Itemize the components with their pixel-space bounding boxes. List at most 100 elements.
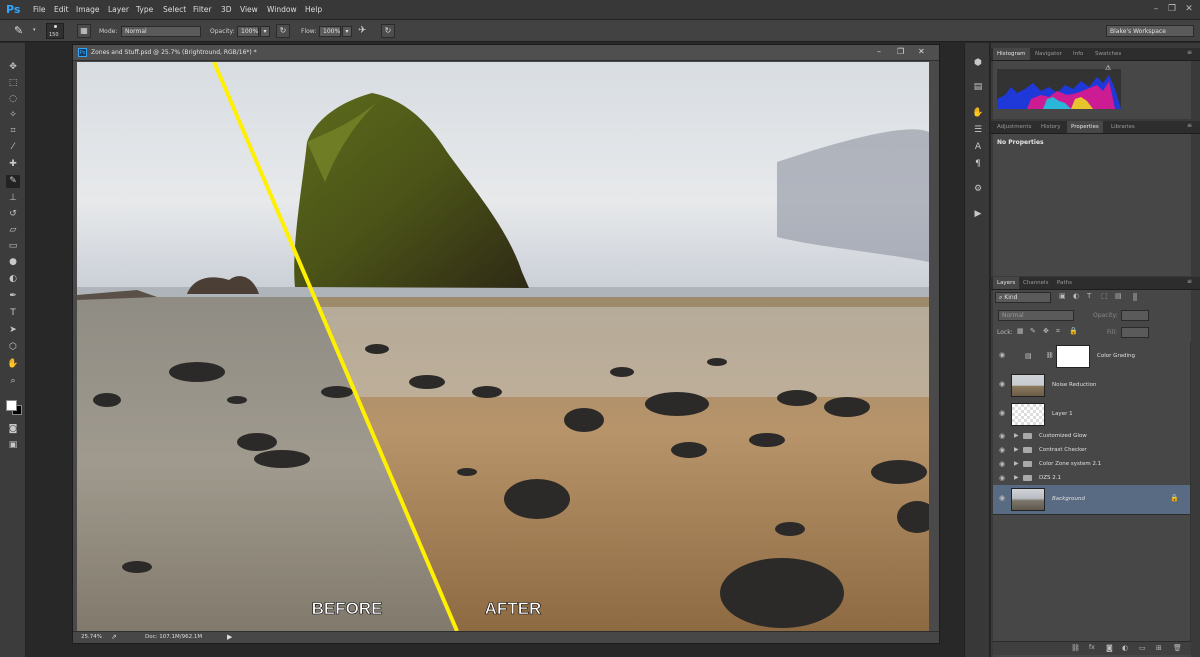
- lock-position-icon[interactable]: ✥: [1043, 327, 1049, 335]
- menu-type[interactable]: Type: [136, 5, 153, 14]
- layer-row[interactable]: ◉ ▶ Customized Glow: [993, 429, 1190, 444]
- trash-icon[interactable]: 🗑: [1173, 644, 1182, 652]
- layer-thumbnail[interactable]: [1011, 403, 1045, 426]
- layer-opacity-field[interactable]: [1121, 310, 1149, 321]
- layer-row[interactable]: ◉ Layer 1: [993, 400, 1190, 430]
- lock-image-icon[interactable]: ✎: [1030, 327, 1036, 335]
- pressure-size-icon[interactable]: ↻: [381, 24, 395, 38]
- tab-histogram[interactable]: Histogram: [993, 48, 1030, 60]
- eye-icon[interactable]: ◉: [999, 433, 1007, 440]
- adjustments-icon[interactable]: ☰: [971, 124, 985, 137]
- tab-swatches[interactable]: Swatches: [1091, 48, 1125, 60]
- character-icon[interactable]: A: [971, 141, 985, 154]
- tab-adjustments[interactable]: Adjustments: [993, 121, 1035, 133]
- lock-all-icon[interactable]: 🔒: [1069, 327, 1078, 335]
- pressure-opacity-icon[interactable]: ↻: [276, 24, 290, 38]
- panel-menu-icon[interactable]: ≡: [1187, 49, 1192, 56]
- crop-icon[interactable]: ⌗: [6, 125, 20, 138]
- layer-fill-field[interactable]: [1121, 327, 1149, 338]
- history-icon[interactable]: ▤: [971, 81, 985, 94]
- filter-adjustment-icon[interactable]: ◐: [1073, 292, 1079, 300]
- eye-icon[interactable]: ◉: [999, 495, 1007, 502]
- path-select-icon[interactable]: ➤: [6, 324, 20, 337]
- tab-navigator[interactable]: Navigator: [1031, 48, 1066, 60]
- doc-minimize-icon[interactable]: –: [877, 47, 881, 56]
- tab-paths[interactable]: Paths: [1053, 277, 1076, 289]
- timeline-icon[interactable]: ⚙: [971, 183, 985, 196]
- menu-view[interactable]: View: [240, 5, 258, 14]
- quick-select-icon[interactable]: ✧: [6, 109, 20, 122]
- canvas-photo[interactable]: BEFORE AFTER: [77, 62, 929, 631]
- warning-icon[interactable]: ⚠: [1105, 64, 1111, 72]
- eye-icon[interactable]: ◉: [999, 475, 1007, 482]
- pen-icon[interactable]: ✒: [6, 290, 20, 303]
- link-layers-icon[interactable]: ⛓: [1071, 644, 1080, 652]
- expand-arrow-icon[interactable]: ▶: [1014, 474, 1019, 481]
- layer-row[interactable]: ◉ Background 🔒: [993, 485, 1190, 515]
- add-mask-icon[interactable]: ◙: [1106, 644, 1113, 652]
- gradient-icon[interactable]: ▭: [6, 240, 20, 253]
- lasso-icon[interactable]: ◌: [6, 93, 20, 106]
- move-icon[interactable]: ✥: [6, 61, 20, 74]
- doc-close-icon[interactable]: ✕: [918, 47, 925, 56]
- menu-edit[interactable]: Edit: [54, 5, 69, 14]
- layer-row[interactable]: ◉ ▶ DZS 2.1: [993, 471, 1190, 486]
- history-brush-icon[interactable]: ↺: [6, 208, 20, 221]
- eraser-icon[interactable]: ▱: [6, 224, 20, 237]
- mode-select[interactable]: Normal: [121, 26, 201, 37]
- layer-row[interactable]: ◉ ▶ Contrast Checker: [993, 443, 1190, 458]
- lock-artboard-icon[interactable]: ⌗: [1056, 327, 1060, 336]
- doc-restore-icon[interactable]: ❐: [897, 47, 904, 56]
- type-icon[interactable]: T: [6, 307, 20, 320]
- lock-icon[interactable]: 🔒: [1170, 494, 1179, 502]
- menu-layer[interactable]: Layer: [108, 5, 129, 14]
- play-icon[interactable]: ▶: [971, 208, 985, 221]
- layer-filter-select[interactable]: ⌕ Kind: [995, 292, 1051, 303]
- eye-icon[interactable]: ◉: [999, 410, 1007, 417]
- brush-panel-icon[interactable]: ▦: [77, 24, 91, 38]
- filter-shape-icon[interactable]: ⬚: [1101, 292, 1108, 300]
- 3d-icon[interactable]: ⬢: [971, 57, 985, 70]
- menu-window[interactable]: Window: [267, 5, 297, 14]
- document-tab[interactable]: Ps Zones and Stuff.psd @ 25.7% (Brightro…: [73, 45, 939, 61]
- new-layer-icon[interactable]: ⊞: [1156, 644, 1162, 652]
- filter-toggle[interactable]: [1133, 293, 1137, 301]
- hand-icon[interactable]: ✋: [6, 358, 20, 371]
- workspace-select[interactable]: Blake's Workspace: [1106, 25, 1194, 37]
- filter-type-icon[interactable]: T: [1087, 292, 1091, 300]
- eye-icon[interactable]: ◉: [999, 352, 1007, 359]
- menu-file[interactable]: File: [33, 5, 46, 14]
- quick-mask-icon[interactable]: ◙: [6, 423, 20, 436]
- tab-history[interactable]: History: [1037, 121, 1065, 133]
- menu-3d[interactable]: 3D: [221, 5, 232, 14]
- screen-mode-icon[interactable]: ▣: [6, 439, 20, 452]
- menu-select[interactable]: Select: [163, 5, 186, 14]
- tab-channels[interactable]: Channels: [1019, 277, 1052, 289]
- new-adjustment-icon[interactable]: ◐: [1122, 644, 1128, 652]
- brush-tool-icon[interactable]: ✎: [14, 24, 23, 37]
- menu-filter[interactable]: Filter: [193, 5, 212, 14]
- minimize-icon[interactable]: –: [1150, 4, 1162, 14]
- menu-help[interactable]: Help: [305, 5, 322, 14]
- expand-arrow-icon[interactable]: ▶: [1014, 460, 1019, 467]
- paragraph-icon[interactable]: ¶: [971, 158, 985, 171]
- zoom-icon[interactable]: ⌕: [6, 375, 20, 388]
- eyedropper-icon[interactable]: ⁄: [6, 141, 20, 154]
- airbrush-icon[interactable]: ✈: [358, 25, 366, 36]
- menu-image[interactable]: Image: [76, 5, 100, 14]
- marquee-icon[interactable]: ⬚: [6, 77, 20, 90]
- dodge-icon[interactable]: ◐: [6, 273, 20, 286]
- actions-icon[interactable]: ✋: [971, 107, 985, 120]
- expand-arrow-icon[interactable]: ▶: [1014, 432, 1019, 439]
- layers-scrollbar[interactable]: [1190, 342, 1191, 642]
- layer-thumbnail[interactable]: [1011, 374, 1045, 397]
- opacity-dropdown-icon[interactable]: ▾: [260, 26, 270, 37]
- layer-thumbnail[interactable]: [1011, 488, 1045, 511]
- eye-icon[interactable]: ◉: [999, 381, 1007, 388]
- shape-icon[interactable]: ⬡: [6, 341, 20, 354]
- status-menu-arrow-icon[interactable]: ▶: [227, 633, 232, 641]
- share-icon[interactable]: ⇗: [111, 633, 117, 641]
- new-group-icon[interactable]: ▭: [1139, 644, 1146, 652]
- panel-menu-icon[interactable]: ≡: [1187, 278, 1192, 285]
- blur-icon[interactable]: ●: [6, 256, 20, 269]
